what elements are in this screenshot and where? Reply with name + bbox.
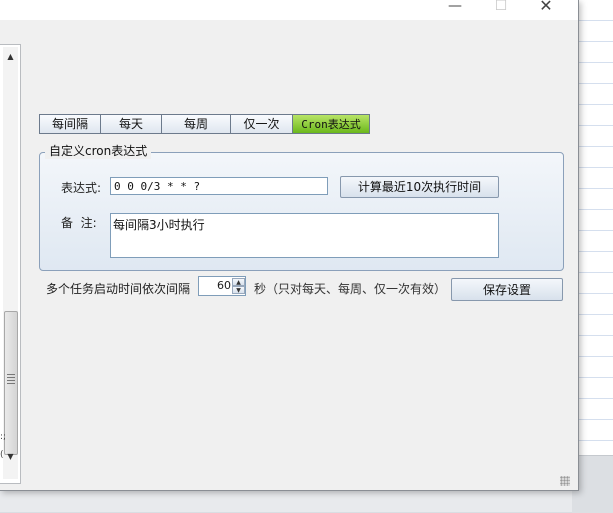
calc-next-runs-button[interactable]: 计算最近10次执行时间 bbox=[340, 176, 499, 198]
interval-spinner[interactable]: 60 ▲ ▼ bbox=[198, 276, 246, 296]
minimize-button[interactable]: — bbox=[440, 0, 470, 16]
resize-grip-icon[interactable] bbox=[560, 476, 570, 486]
grip-icon bbox=[7, 374, 15, 384]
seconds-note-label: 秒（只对每天、每周、仅一次有效） bbox=[254, 282, 447, 296]
tab-once[interactable]: 仅一次 bbox=[230, 114, 293, 134]
note-label: 备 注: bbox=[61, 216, 97, 230]
cron-expression-input[interactable]: 0 0 0/3 * * ? bbox=[110, 177, 328, 195]
close-button[interactable]: ✕ bbox=[531, 0, 561, 16]
schedule-type-tabs: 每间隔 每天 每周 仅一次 Cron表达式 bbox=[39, 114, 370, 134]
background-bottom-area bbox=[0, 490, 613, 512]
title-bar: — ☐ ✕ bbox=[0, 0, 578, 20]
tab-daily[interactable]: 每天 bbox=[100, 114, 162, 134]
expression-label: 表达式: bbox=[61, 181, 102, 195]
background-lined-area bbox=[576, 0, 613, 512]
tab-weekly[interactable]: 每周 bbox=[161, 114, 231, 134]
clipped-text-fragment: ( bbox=[0, 450, 4, 460]
tab-cron-label: Cron表达式 bbox=[301, 118, 361, 131]
group-title: 自定义cron表达式 bbox=[45, 143, 152, 159]
save-settings-button[interactable]: 保存设置 bbox=[451, 278, 563, 301]
interval-label: 多个任务启动时间依次间隔 bbox=[46, 282, 191, 296]
interval-value[interactable]: 60 bbox=[199, 277, 231, 295]
scroll-down-arrow-icon[interactable]: ▼ bbox=[3, 451, 18, 463]
vertical-scrollbar[interactable]: ▲ ▼ bbox=[3, 47, 18, 479]
spin-down-arrow-icon[interactable]: ▼ bbox=[232, 286, 245, 294]
left-list-pane: ▲ ▼ :; ( bbox=[0, 44, 21, 484]
spin-up-arrow-icon[interactable]: ▲ bbox=[232, 278, 245, 286]
clipped-text-fragment: :; bbox=[0, 432, 7, 442]
scroll-up-arrow-icon[interactable]: ▲ bbox=[3, 51, 18, 63]
settings-window: — ☐ ✕ ▲ ▼ :; ( 每间隔 每天 每周 仅一次 Cron表达式 自定义… bbox=[0, 0, 579, 491]
note-textarea[interactable]: 每间隔3小时执行 bbox=[110, 213, 499, 258]
tab-cron-expression[interactable]: Cron表达式 bbox=[292, 114, 370, 134]
group-title-text: 自定义cron表达式 bbox=[49, 144, 148, 158]
scrollbar-thumb[interactable] bbox=[4, 311, 18, 455]
maximize-button[interactable]: ☐ bbox=[486, 0, 516, 16]
tab-every-interval[interactable]: 每间隔 bbox=[39, 114, 101, 134]
